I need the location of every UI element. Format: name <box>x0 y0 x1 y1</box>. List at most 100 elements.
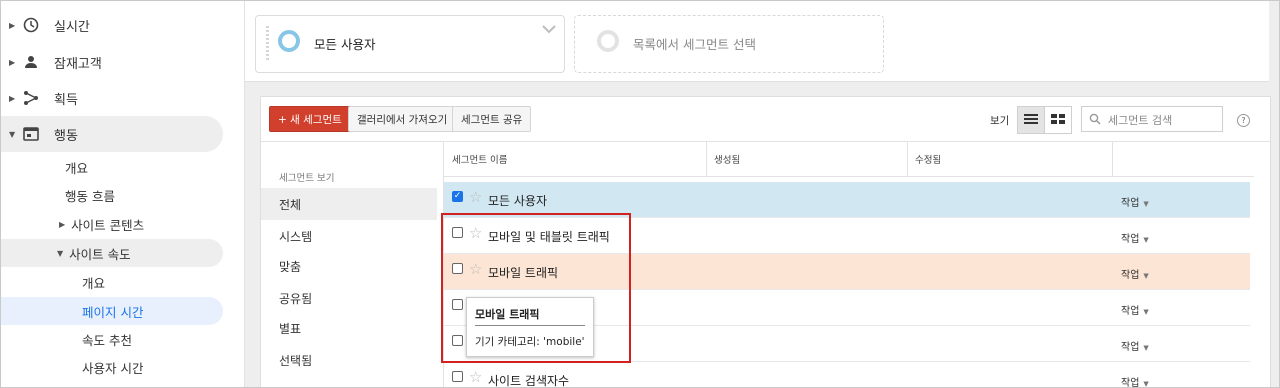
drag-handle[interactable] <box>266 26 269 62</box>
filter-all[interactable]: 전체 <box>261 188 437 220</box>
action-menu[interactable]: 작업 ▼ <box>1121 194 1149 209</box>
behavior-icon <box>23 126 39 142</box>
new-segment-button[interactable]: + 새 세그먼트 <box>269 106 351 132</box>
row-checkbox[interactable]: ✓ <box>452 191 463 202</box>
table-header: 세그먼트 이름 생성됨 수정됨 <box>444 142 1254 177</box>
segment-placeholder: 목록에서 세그먼트 선택 <box>633 37 756 52</box>
segment-tooltip: 모바일 트래픽 기기 카테고리: 'mobile' <box>466 297 594 357</box>
action-menu[interactable]: 작업 ▼ <box>1121 338 1149 353</box>
caret-right-icon: ▶ <box>9 93 16 103</box>
caret-right-icon: ▶ <box>9 57 16 67</box>
list-icon <box>1024 113 1038 128</box>
grid-view-button[interactable] <box>1044 106 1072 134</box>
acquisition-icon <box>23 90 39 106</box>
segment-name[interactable]: 모든 사용자 <box>488 192 547 209</box>
sidebar-item-acquisition[interactable]: ▶ 획득 <box>1 80 244 116</box>
list-view-button[interactable] <box>1017 106 1045 134</box>
sidebar-item-audience[interactable]: ▶ 잠재고객 <box>1 44 244 80</box>
column-header-created[interactable]: 생성됨 <box>714 152 740 166</box>
column-divider <box>907 142 908 176</box>
segment-card-empty[interactable]: 목록에서 세그먼트 선택 <box>574 15 884 73</box>
segment-circle-icon <box>278 30 300 52</box>
main-area: 모든 사용자 목록에서 세그먼트 선택 + 새 세그먼트 갤러리에서 가져오기 … <box>245 1 1279 388</box>
person-icon <box>23 54 39 70</box>
import-from-gallery-button[interactable]: 갤러리에서 가져오기 <box>348 106 457 132</box>
column-header-modified[interactable]: 수정됨 <box>915 152 941 166</box>
sidebar-item-site-content[interactable]: ▶ 사이트 콘텐츠 <box>59 210 144 238</box>
clock-icon <box>23 17 39 33</box>
dropdown-arrow-icon: ▼ <box>1143 272 1149 280</box>
sidebar-item-page-timings[interactable]: 페이지 시간 <box>1 297 223 325</box>
action-menu[interactable]: 작업 ▼ <box>1121 230 1149 245</box>
search-input[interactable] <box>1106 110 1220 130</box>
action-label: 작업 <box>1121 198 1140 209</box>
segment-name[interactable]: 사이트 검색자수 <box>488 372 569 387</box>
dropdown-arrow-icon: ▼ <box>1143 236 1149 244</box>
sidebar-item-user-timings[interactable]: 사용자 시간 <box>82 353 143 381</box>
segment-label: 모든 사용자 <box>314 37 376 52</box>
sidebar-item-label: 사이트 콘텐츠 <box>71 217 145 233</box>
dropdown-arrow-icon: ▼ <box>1143 308 1149 316</box>
caret-right-icon: ▶ <box>59 219 66 229</box>
star-icon[interactable]: ☆ <box>469 369 482 385</box>
sidebar: ▶ 실시간 ▶ 잠재고객 ▶ 획득 ▼ 행동 개요 행동 흐름 ▶ 사이트 콘텐… <box>1 1 245 387</box>
dropdown-arrow-icon: ▼ <box>1143 200 1149 208</box>
sidebar-item-behavior-flow[interactable]: 행동 흐름 <box>65 181 115 209</box>
action-menu[interactable]: 작업 ▼ <box>1121 302 1149 317</box>
segment-bar: 모든 사용자 목록에서 세그먼트 선택 <box>245 1 1269 82</box>
chevron-down-icon[interactable] <box>542 22 556 38</box>
sidebar-item-speed-suggestions[interactable]: 속도 추천 <box>82 325 132 353</box>
tooltip-title: 모바일 트래픽 <box>475 308 540 321</box>
filter-system[interactable]: 시스템 <box>261 220 437 252</box>
sidebar-item-speed-overview[interactable]: 개요 <box>82 268 105 296</box>
row-checkbox[interactable] <box>452 371 463 382</box>
sidebar-item-label: 잠재고객 <box>54 56 102 72</box>
share-segment-button[interactable]: 세그먼트 공유 <box>452 106 532 132</box>
column-divider <box>1112 142 1113 176</box>
segment-search[interactable] <box>1081 106 1223 132</box>
filter-custom[interactable]: 맞춤 <box>261 250 437 282</box>
caret-down-icon: ▼ <box>57 248 64 258</box>
star-icon[interactable]: ☆ <box>469 189 482 205</box>
search-icon <box>1089 113 1101 128</box>
sidebar-item-label: 속도 추천 <box>82 332 132 348</box>
sidebar-item-label: 획득 <box>54 92 78 108</box>
sidebar-item-behavior[interactable]: ▼ 행동 <box>1 116 223 152</box>
action-menu[interactable]: 작업 ▼ <box>1121 374 1149 388</box>
action-menu[interactable]: 작업 ▼ <box>1121 266 1149 281</box>
sidebar-item-label: 실시간 <box>54 19 90 35</box>
column-header-name[interactable]: 세그먼트 이름 <box>452 152 507 166</box>
view-label: 보기 <box>990 115 1010 127</box>
segment-panel: + 새 세그먼트 갤러리에서 가져오기 세그먼트 공유 보기 세그먼트 검색 ?… <box>260 96 1271 388</box>
action-label: 작업 <box>1121 270 1140 281</box>
sidebar-item-label: 사용자 시간 <box>82 360 144 376</box>
app-frame: ▶ 실시간 ▶ 잠재고객 ▶ 획득 ▼ 행동 개요 행동 흐름 ▶ 사이트 콘텐… <box>0 0 1280 388</box>
sidebar-item-label: 행동 <box>54 128 78 144</box>
tooltip-condition: 기기 카테고리: 'mobile' <box>475 336 585 348</box>
sidebar-item-label: 페이지 시간 <box>82 304 144 320</box>
sidebar-item-label: 개요 <box>65 160 89 176</box>
filter-starred[interactable]: 별표 <box>261 312 437 344</box>
action-label: 작업 <box>1121 234 1140 245</box>
filter-selected[interactable]: 선택됨 <box>261 344 437 376</box>
filter-shared[interactable]: 공유됨 <box>261 282 437 314</box>
action-label: 작업 <box>1121 378 1140 388</box>
segment-card-selected[interactable]: 모든 사용자 <box>255 15 565 73</box>
dropdown-arrow-icon: ▼ <box>1143 344 1149 352</box>
sidebar-item-realtime[interactable]: ▶ 실시간 <box>1 7 244 43</box>
help-icon[interactable]: ? <box>1237 114 1250 127</box>
filter-heading: 세그먼트 보기 <box>279 173 335 184</box>
action-label: 작업 <box>1121 342 1140 353</box>
table-row[interactable]: ☆ 사이트 검색자수 작업 ▼ <box>444 362 1250 388</box>
segment-toolbar: + 새 세그먼트 갤러리에서 가져오기 세그먼트 공유 보기 세그먼트 검색 ? <box>261 97 1270 142</box>
column-divider <box>706 142 707 176</box>
caret-right-icon: ▶ <box>9 20 16 30</box>
caret-down-icon: ▼ <box>9 129 16 139</box>
segment-circle-icon <box>597 30 619 52</box>
sidebar-item-label: 행동 흐름 <box>65 188 115 204</box>
sidebar-item-site-speed[interactable]: ▼ 사이트 속도 <box>1 239 223 267</box>
sidebar-item-label: 개요 <box>82 275 106 291</box>
action-label: 작업 <box>1121 306 1140 317</box>
dropdown-arrow-icon: ▼ <box>1143 380 1149 388</box>
sidebar-item-behavior-overview[interactable]: 개요 <box>65 153 88 181</box>
